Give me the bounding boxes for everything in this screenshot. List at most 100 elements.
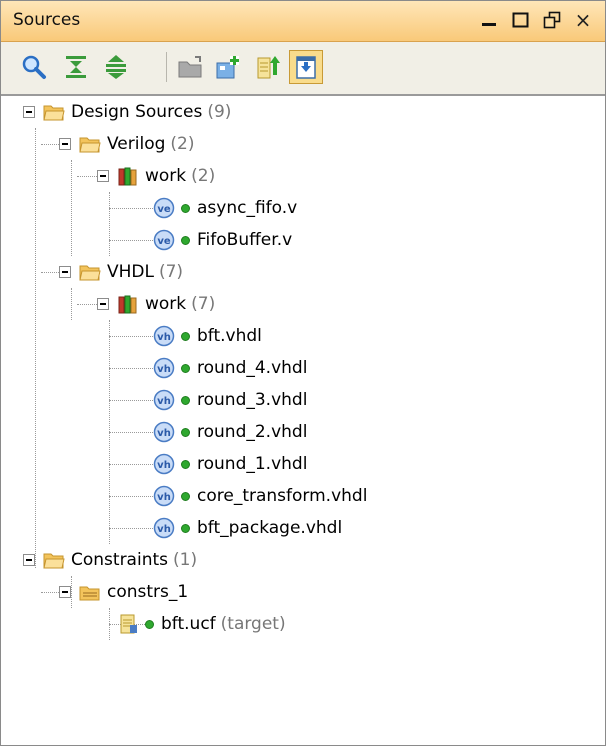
node-label: work bbox=[145, 166, 187, 186]
add-sources-button[interactable] bbox=[211, 50, 245, 84]
node-label: Verilog bbox=[107, 134, 166, 154]
tree-file-core-transform[interactable]: vh core_transform.vhdl bbox=[153, 480, 367, 512]
toolbar-separator bbox=[166, 52, 167, 82]
add-sources-icon bbox=[216, 56, 239, 79]
status-dot bbox=[181, 235, 190, 245]
svg-text:vh: vh bbox=[157, 524, 171, 535]
tree-connector bbox=[109, 432, 153, 433]
title-bar: Sources × bbox=[1, 1, 605, 42]
tree-connector bbox=[109, 208, 153, 209]
close-button[interactable]: × bbox=[569, 7, 597, 33]
svg-text:vh: vh bbox=[157, 332, 171, 343]
node-count: (2) bbox=[170, 134, 195, 154]
file-name: round_1.vhdl bbox=[197, 454, 308, 474]
maximize-icon bbox=[512, 12, 529, 28]
node-count: (2) bbox=[191, 166, 216, 186]
node-count: (1) bbox=[173, 550, 198, 570]
svg-text:ve: ve bbox=[157, 236, 171, 247]
tree-connector bbox=[109, 464, 153, 465]
tree-connector bbox=[109, 368, 153, 369]
show-file-button[interactable] bbox=[289, 50, 323, 84]
sources-panel: Sources × Design Sources (9) Verilog (2)… bbox=[0, 0, 606, 746]
tree-connector bbox=[109, 192, 110, 256]
tree-connector bbox=[109, 240, 153, 241]
minimize-button[interactable] bbox=[475, 7, 503, 33]
expand-all-icon bbox=[106, 55, 126, 79]
search-icon bbox=[22, 55, 46, 79]
tree-connector bbox=[41, 272, 61, 273]
tree-connector bbox=[109, 400, 153, 401]
svg-text:vh: vh bbox=[157, 396, 171, 407]
tree-connector bbox=[41, 592, 61, 593]
hierarchy-up-icon bbox=[257, 56, 280, 79]
tree-node-design-sources[interactable]: Design Sources (9) bbox=[43, 96, 231, 128]
tree-file-round-2[interactable]: vh round_2.vhdl bbox=[153, 416, 307, 448]
target-note: (target) bbox=[220, 614, 286, 634]
expand-all-button[interactable] bbox=[99, 50, 133, 84]
tree-node-constraints[interactable]: Constraints (1) bbox=[43, 544, 197, 576]
tree-connector bbox=[77, 176, 97, 177]
tree-file-bft-vhdl[interactable]: vh bft.vhdl bbox=[153, 320, 262, 352]
expander-verilog[interactable] bbox=[59, 138, 71, 150]
expander-constrs-1[interactable] bbox=[59, 586, 71, 598]
file-name: round_3.vhdl bbox=[197, 390, 308, 410]
status-dot bbox=[181, 427, 190, 437]
expander-verilog-work[interactable] bbox=[97, 170, 109, 182]
folder-open-icon bbox=[43, 553, 65, 569]
restore-button[interactable] bbox=[538, 7, 566, 33]
tree-file-round-4[interactable]: vh round_4.vhdl bbox=[153, 352, 307, 384]
file-name: FifoBuffer.v bbox=[197, 230, 293, 250]
svg-text:vh: vh bbox=[157, 364, 171, 375]
maximize-button[interactable] bbox=[507, 7, 535, 33]
node-label: VHDL bbox=[107, 262, 154, 282]
tree-connector bbox=[71, 160, 72, 256]
file-name: bft.vhdl bbox=[197, 326, 262, 346]
status-dot bbox=[181, 363, 190, 373]
expander-design-sources[interactable] bbox=[23, 106, 35, 118]
node-label: Design Sources bbox=[71, 102, 203, 122]
expander-vhdl-work[interactable] bbox=[97, 298, 109, 310]
tree-file-bft-ucf[interactable]: bft.ucf (target) bbox=[117, 608, 286, 640]
svg-text:vh: vh bbox=[157, 428, 171, 439]
tree-file-round-1[interactable]: vh round_1.vhdl bbox=[153, 448, 307, 480]
tree-file-round-3[interactable]: vh round_3.vhdl bbox=[153, 384, 307, 416]
file-name: round_2.vhdl bbox=[197, 422, 308, 442]
tree-file-fifobuffer[interactable]: ve FifoBuffer.v bbox=[153, 224, 292, 256]
node-count: (9) bbox=[207, 102, 232, 122]
file-name: bft.ucf bbox=[161, 614, 216, 634]
open-folder-button[interactable] bbox=[173, 50, 207, 84]
tree-connector bbox=[77, 304, 97, 305]
svg-text:vh: vh bbox=[157, 460, 171, 471]
vhdl-file-icon: vh bbox=[153, 517, 175, 539]
search-button[interactable] bbox=[17, 50, 51, 84]
tree-connector bbox=[71, 288, 72, 320]
node-label: work bbox=[145, 294, 187, 314]
tree-file-bft-package[interactable]: vh bft_package.vhdl bbox=[153, 512, 342, 544]
tree-file-async-fifo[interactable]: ve async_fifo.v bbox=[153, 192, 297, 224]
file-name: round_4.vhdl bbox=[197, 358, 308, 378]
show-file-icon bbox=[296, 56, 316, 79]
node-label: Constraints bbox=[71, 550, 168, 570]
status-dot bbox=[181, 331, 190, 341]
status-dot bbox=[181, 523, 190, 533]
expander-constraints[interactable] bbox=[23, 554, 35, 566]
hierarchy-up-button[interactable] bbox=[251, 50, 285, 84]
verilog-file-icon: ve bbox=[153, 229, 175, 251]
close-icon: × bbox=[574, 8, 592, 32]
vhdl-file-icon: vh bbox=[153, 325, 175, 347]
svg-text:ve: ve bbox=[157, 204, 171, 215]
status-dot bbox=[181, 395, 190, 405]
tree-node-constrs-1[interactable]: constrs_1 bbox=[79, 576, 188, 608]
node-count: (7) bbox=[158, 262, 184, 282]
collapse-all-button[interactable] bbox=[59, 50, 93, 84]
tree-node-vhdl[interactable]: VHDL (7) bbox=[79, 256, 183, 288]
expander-vhdl[interactable] bbox=[59, 266, 71, 278]
tree-node-verilog[interactable]: Verilog (2) bbox=[79, 128, 195, 160]
constraint-file-icon bbox=[120, 614, 137, 634]
tree-connector bbox=[109, 496, 153, 497]
tree-node-verilog-work[interactable]: work (2) bbox=[117, 160, 215, 192]
source-tree: Design Sources (9) Verilog (2) work (2) bbox=[1, 96, 605, 736]
file-name: core_transform.vhdl bbox=[197, 486, 368, 506]
tree-node-vhdl-work[interactable]: work (7) bbox=[117, 288, 215, 320]
file-name: bft_package.vhdl bbox=[197, 518, 343, 538]
